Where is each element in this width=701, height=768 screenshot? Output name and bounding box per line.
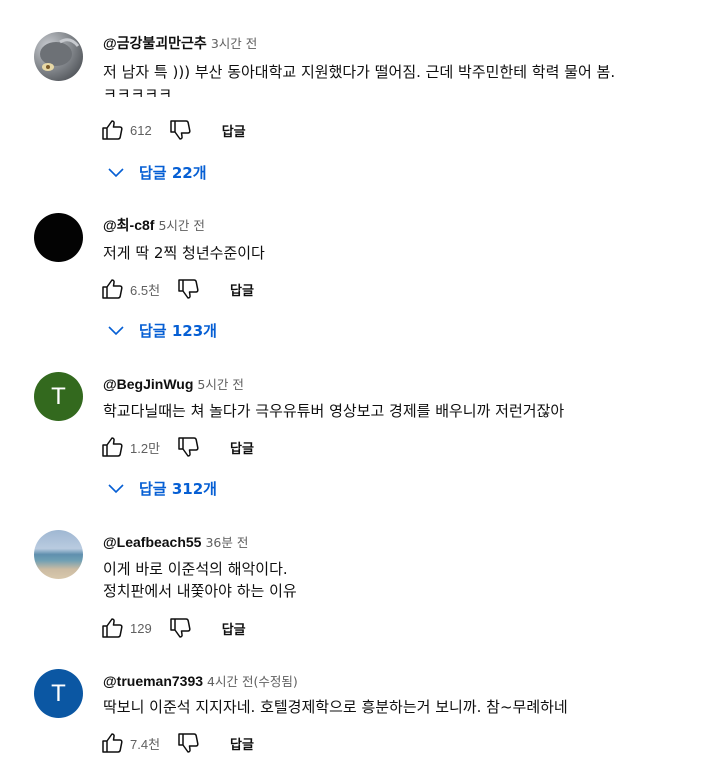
reply-button[interactable]: 답글 [230, 438, 254, 457]
comment-text-line: 학교다닐때는 쳐 놀다가 극우유튜버 영상보고 경제를 배우니까 저런거잖아 [103, 402, 565, 420]
chevron-down-icon [108, 484, 124, 494]
author-name[interactable]: @최-c8f [103, 217, 154, 233]
author-name[interactable]: @trueman7393 [103, 673, 203, 689]
comment-text-line: 저 남자 특 ))) 부산 동아대학교 지원했다가 떨어짐. 근데 박주민한테 … [103, 63, 616, 81]
avatar-letter: T [51, 382, 66, 410]
reply-button[interactable]: 답글 [230, 734, 254, 753]
comment-text-line: 딱보니 이준석 지지자네. 호텔경제학으로 흥분하는거 보니까. 참~무례하네 [103, 698, 568, 716]
comment-actions: 6.5천 답글 [100, 276, 254, 302]
reply-button[interactable]: 답글 [230, 280, 254, 299]
comment-header: @trueman7393 4시간 전(수정됨) [103, 671, 298, 690]
like-count: 7.4천 [130, 736, 161, 752]
author-name[interactable]: @금강불괴만근추 [103, 35, 207, 51]
comment-text: 학교다닐때는 쳐 놀다가 극우유튜버 영상보고 경제를 배우니까 저런거잖아 [103, 400, 564, 422]
comment-text-line: 이게 바로 이준석의 해악이다. [103, 560, 288, 578]
chevron-down-icon [108, 168, 124, 178]
avatar[interactable] [34, 213, 83, 262]
comment-time[interactable]: 3시간 전 [211, 36, 257, 51]
reply-button[interactable]: 답글 [222, 619, 246, 638]
author-name[interactable]: @Leafbeach55 [103, 534, 201, 550]
like-count: 612 [130, 122, 152, 138]
comment-time[interactable]: 5시간 전 [158, 218, 204, 233]
comment-actions: 612 답글 [100, 117, 246, 143]
view-replies-button[interactable]: 답글 312개 [106, 473, 217, 503]
comment-text-line: ㅋㅋㅋㅋㅋ [103, 85, 173, 97]
comment-time[interactable]: 36분 전 [205, 535, 248, 550]
reply-button[interactable]: 답글 [222, 121, 246, 140]
thumbs-down-icon[interactable] [176, 277, 200, 301]
comment-actions: 7.4천 답글 [100, 730, 254, 756]
replies-count-label: 답글 123개 [139, 321, 217, 340]
avatar-letter: T [51, 679, 66, 707]
comment-text-line: 정치판에서 내쫓아야 하는 이유 [103, 582, 297, 600]
like-count: 1.2만 [130, 440, 161, 456]
author-name[interactable]: @BegJinWug [103, 376, 193, 392]
comment-actions: 1.2만 답글 [100, 434, 254, 460]
replies-count-label: 답글 22개 [139, 163, 207, 182]
view-replies-button[interactable]: 답글 123개 [106, 315, 217, 345]
comment-text: 저게 딱 2찍 청년수준이다 [103, 242, 265, 264]
avatar[interactable] [34, 32, 83, 81]
thumbs-down-icon[interactable] [168, 616, 192, 640]
avatar-photo-icon [40, 38, 80, 71]
like-count: 129 [130, 620, 152, 636]
like-count: 6.5천 [130, 282, 161, 298]
avatar[interactable] [34, 530, 83, 579]
comment-header: @금강불괴만근추 3시간 전 [103, 33, 257, 53]
comment-text-line: 저게 딱 2찍 청년수준이다 [103, 244, 265, 262]
comment-header: @BegJinWug 5시간 전 [103, 374, 244, 393]
comment-text: 이게 바로 이준석의 해악이다. 정치판에서 내쫓아야 하는 이유 [103, 558, 297, 602]
avatar[interactable]: T [34, 372, 83, 421]
thumbs-up-icon[interactable] [100, 118, 124, 142]
comment-text: 딱보니 이준석 지지자네. 호텔경제학으로 흥분하는거 보니까. 참~무례하네 [103, 696, 568, 718]
comment-time[interactable]: 5시간 전 [197, 377, 243, 392]
thumbs-up-icon[interactable] [100, 616, 124, 640]
comment-actions: 129 답글 [100, 615, 246, 641]
thumbs-up-icon[interactable] [100, 277, 124, 301]
view-replies-button[interactable]: 답글 22개 [106, 157, 207, 187]
thumbs-down-icon[interactable] [176, 731, 200, 755]
comment-text: 저 남자 특 ))) 부산 동아대학교 지원했다가 떨어짐. 근데 박주민한테 … [103, 61, 615, 97]
chevron-down-icon [108, 326, 124, 336]
thumbs-down-icon[interactable] [168, 118, 192, 142]
comment-time[interactable]: 4시간 전(수정됨) [207, 674, 298, 689]
thumbs-up-icon[interactable] [100, 435, 124, 459]
comment-header: @Leafbeach55 36분 전 [103, 532, 248, 551]
thumbs-down-icon[interactable] [176, 435, 200, 459]
avatar[interactable]: T [34, 669, 83, 718]
comment-header: @최-c8f 5시간 전 [103, 215, 205, 235]
replies-count-label: 답글 312개 [139, 479, 217, 498]
thumbs-up-icon[interactable] [100, 731, 124, 755]
